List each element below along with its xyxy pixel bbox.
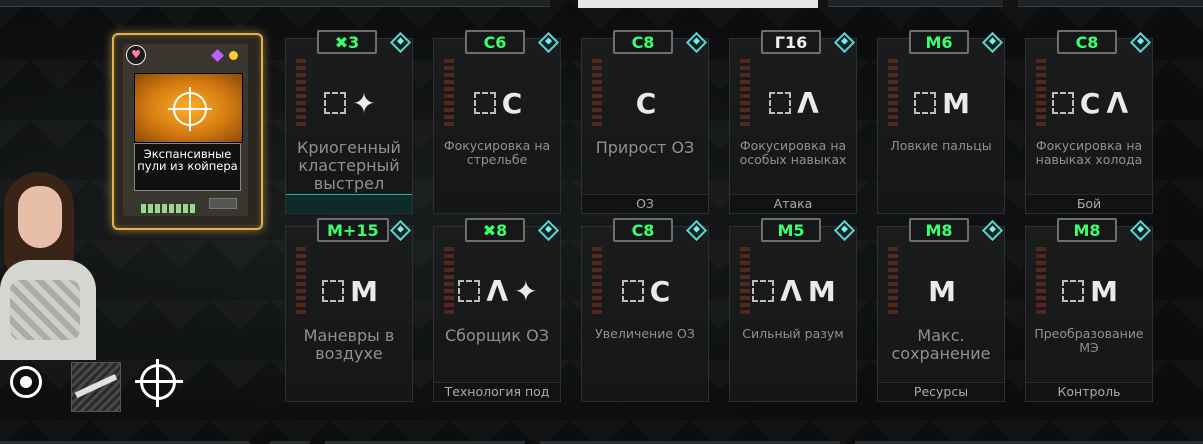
skill-level-badge: ✖3 [317,30,377,54]
skill-symbol-icon: ✦ [352,86,376,120]
skill-category: Контроль [1026,382,1152,401]
skill-symbol-icon: M [350,274,378,308]
skill-title: Фокусировка на навыках холода [1035,138,1143,167]
featured-card-name: Экспансивные пули из койпера [134,143,241,191]
skill-title: Макс. сохранение [891,326,991,363]
skill-glyph: C [596,83,696,123]
skill-symbol-icon: M [807,274,836,308]
empty-slot-icon [752,280,775,302]
empty-slot-icon [1062,280,1085,302]
skill-card[interactable]: M Преобразование МЭ Контроль [1025,226,1153,402]
empty-slot-icon [324,92,347,114]
rifle-icon[interactable] [71,362,121,412]
crosshair-art [134,73,243,143]
skill-card[interactable]: Λ Фокусировка на особых навыках Атака [729,38,857,214]
empty-slot-icon [621,280,644,302]
skill-symbol-icon: Λ [1106,86,1129,120]
crosshair-icon [168,87,212,131]
skill-glyph: M [1040,271,1140,311]
level-bars [141,198,201,213]
skill-symbol-icon: C [1079,86,1101,120]
skill-glyph: CΛ [1040,83,1140,123]
gold-gem-icon [229,51,238,60]
skill-symbol-icon: M [928,274,956,308]
heart-icon: ♥ [126,45,146,65]
skill-glyph: Λ [744,83,844,123]
skill-symbol-icon: C [635,86,657,120]
skill-title: Маневры в воздухе [303,326,395,363]
skill-card[interactable]: Λ M Сильный разум [729,226,857,402]
empty-slot-icon [769,92,792,114]
skill-glyph: ✦ [300,83,400,123]
skill-glyph: Λ ✦ [448,271,548,311]
skill-glyph: ΛM [744,271,844,311]
skill-symbol-icon: M [1090,274,1118,308]
skill-title: Сильный разум [742,326,844,341]
skill-symbol-icon: ✦ [514,274,538,308]
featured-skill-card[interactable]: ♥ Экспансивные пули из койпера [112,33,263,230]
skill-symbol-icon: Λ [780,274,802,308]
skill-title: Криогенный кластерный выстрел [297,138,401,193]
crosshair-target-icon[interactable] [135,359,184,408]
skill-category: Бой [1026,194,1152,213]
skill-level-badge: M8 [1057,218,1117,242]
skill-card[interactable]: C Прирост ОЗ ОЗ [581,38,709,214]
skill-card[interactable]: M Маневры в воздухе [285,226,413,402]
skill-symbol-icon: Λ [797,86,819,120]
top-bar [0,0,1203,8]
skill-level-badge: C8 [613,30,673,54]
skill-title: Ловкие пальцы [890,138,992,153]
skill-card[interactable]: ✦ Криогенный кластерный выстрел [285,38,413,214]
skill-glyph: M [892,83,992,123]
grenade-icon[interactable] [8,360,56,408]
skill-symbol-icon: C [501,86,523,120]
skill-card[interactable]: M Макс. сохранение Ресурсы [877,226,1005,402]
card-plate [209,198,237,209]
skill-glyph: M [892,271,992,311]
skill-category: Ресурсы [878,382,1004,401]
skill-title: Фокусировка на стрельбе [443,138,551,167]
skill-level-badge: M8 [909,218,969,242]
skill-symbol-icon: C [649,274,671,308]
skill-title: Прирост ОЗ [595,138,695,157]
top-tab-indicator [578,0,818,8]
empty-slot-icon [914,92,937,114]
skill-category: ОЗ [582,194,708,213]
character-portrait [0,160,100,360]
skill-symbol-icon: Λ [486,274,509,308]
skill-title: Фокусировка на особых навыках [739,138,847,167]
empty-slot-icon [458,280,481,302]
skill-title: Сборщик ОЗ [444,326,550,345]
skill-glyph: M [300,271,400,311]
skill-level-badge: C8 [613,218,673,242]
skill-level-badge: ✖8 [465,218,525,242]
bottom-bar [0,438,1203,444]
skill-title: Увеличение ОЗ [595,326,695,341]
skill-level-badge: M5 [761,218,821,242]
skill-level-badge: M6 [909,30,969,54]
skill-glyph: C [596,271,696,311]
skill-symbol-icon: M [942,86,970,120]
skill-card[interactable]: C Λ Фокусировка на навыках холода Бой [1025,38,1153,214]
empty-slot-icon [322,280,345,302]
skill-card[interactable]: C Фокусировка на стрельбе [433,38,561,214]
skill-level-badge: C8 [1057,30,1117,54]
skill-card[interactable]: C Увеличение ОЗ [581,226,709,402]
empty-slot-icon [1051,92,1074,114]
skill-card[interactable]: Λ ✦ Сборщик ОЗ Технология под [433,226,561,402]
empty-slot-icon [473,92,496,114]
skill-category: Технология под [434,382,560,401]
skill-level-badge: Γ16 [761,30,821,54]
skill-title: Преобразование МЭ [1034,326,1144,355]
skill-level-badge: M+15 [317,218,389,242]
skill-category [286,194,412,213]
skill-category: Атака [730,194,856,213]
skill-card[interactable]: M Ловкие пальцы [877,38,1005,214]
skill-glyph: C [448,83,548,123]
skill-level-badge: C6 [465,30,525,54]
